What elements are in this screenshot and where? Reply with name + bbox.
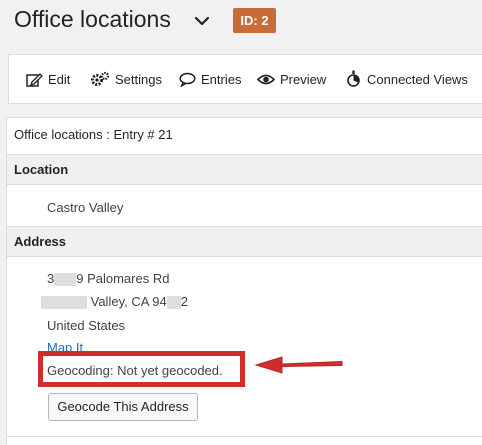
redaction-block [166,296,181,310]
divider [7,436,482,437]
location-value: Castro Valley [47,200,124,215]
edit-icon [26,72,43,87]
edit-label: Edit [48,71,71,87]
page-header: Office locations ID: 2 [0,0,482,46]
chevron-down-icon[interactable] [192,11,212,31]
connected-views-icon [347,70,360,87]
entries-button[interactable]: Entries [179,55,241,103]
redaction-block [54,273,77,287]
gear-icon [91,71,110,86]
address-line-1: 3 9 Palomares Rd [47,271,170,287]
entries-label: Entries [201,71,242,87]
address-heading: Address [7,226,482,257]
view-toolbar: Edit Settings Entries Preview Connected … [8,54,482,104]
address-line-2: Valley, CA 94 2 [41,294,188,310]
connected-views-label: Connected Views [367,71,468,87]
address-line-1-end: 9 Palomares Rd [76,271,170,286]
address-country: United States [47,318,126,333]
annotation-arrow-icon [254,356,343,374]
redaction-block [41,296,87,310]
entry-title: Office locations : Entry # 21 [14,127,173,142]
address-line-2-start: Valley, CA 94 [90,294,167,309]
address-line-1-start: 3 [47,271,55,286]
location-heading: Location [7,154,482,185]
geocoding-status: Geocoding: Not yet geocoded. [47,363,223,378]
preview-label: Preview [280,71,327,87]
preview-button[interactable]: Preview [257,55,326,103]
speech-bubble-icon [179,72,196,87]
connected-views-button[interactable]: Connected Views [345,55,468,103]
settings-label: Settings [115,71,162,87]
entry-panel: Office locations : Entry # 21 Location C… [6,117,482,445]
edit-button[interactable]: Edit [26,55,70,103]
address-line-2-end: 2 [180,294,188,309]
eye-icon [257,74,275,84]
settings-button[interactable]: Settings [90,55,162,103]
page-title: Office locations [14,6,171,32]
geocode-address-button[interactable]: Geocode This Address [48,393,198,421]
id-badge: ID: 2 [233,8,276,33]
